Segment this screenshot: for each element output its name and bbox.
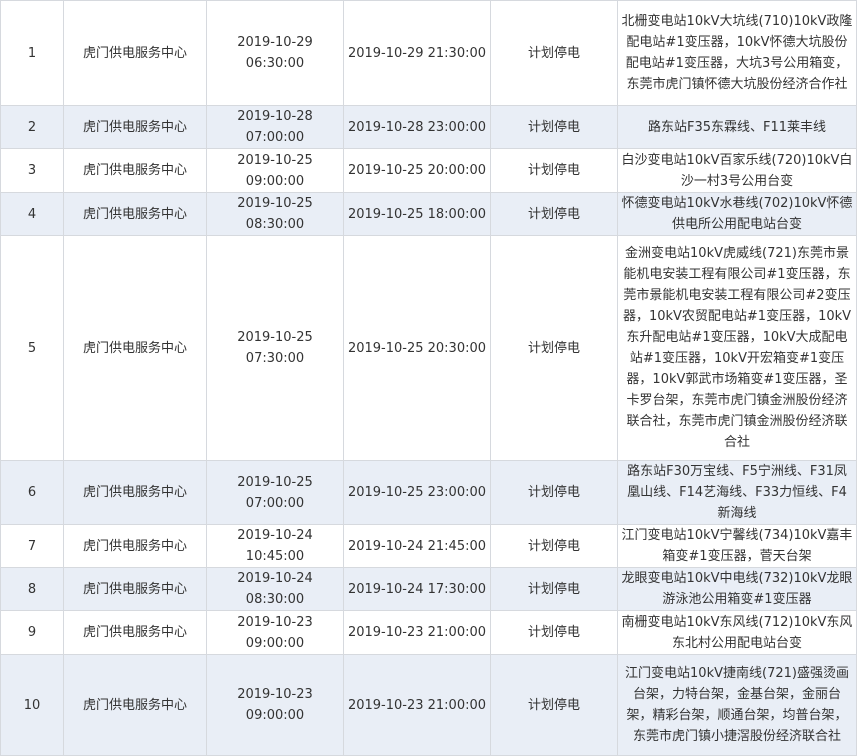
outage-type: 计划停电 xyxy=(490,610,618,655)
row-number: 5 xyxy=(0,235,64,461)
table-row: 4 虎门供电服务中心 2019-10-25 08:30:00 2019-10-2… xyxy=(0,192,857,236)
row-number: 7 xyxy=(0,524,64,568)
service-center: 虎门供电服务中心 xyxy=(63,0,207,106)
row-number: 8 xyxy=(0,567,64,611)
row-number: 2 xyxy=(0,105,64,149)
start-time: 2019-10-23 09:00:00 xyxy=(206,610,344,655)
row-number: 9 xyxy=(0,610,64,655)
outage-area: 北栅变电站10kV大坑线(710)10kV政隆配电站#1变压器，10kV怀德大坑… xyxy=(617,0,857,106)
outage-area: 路东站F30万宝线、F5宁洲线、F31凤凰山线、F14艺海线、F33力恒线、F4… xyxy=(617,460,857,525)
outage-type: 计划停电 xyxy=(490,524,618,568)
service-center: 虎门供电服务中心 xyxy=(63,524,207,568)
end-time: 2019-10-24 17:30:00 xyxy=(343,567,491,611)
outage-table: 1 虎门供电服务中心 2019-10-29 06:30:00 2019-10-2… xyxy=(0,0,857,756)
end-time: 2019-10-28 23:00:00 xyxy=(343,105,491,149)
table-row: 6 虎门供电服务中心 2019-10-25 07:00:00 2019-10-2… xyxy=(0,460,857,525)
end-time: 2019-10-23 21:00:00 xyxy=(343,654,491,756)
table-row: 3 虎门供电服务中心 2019-10-25 09:00:00 2019-10-2… xyxy=(0,148,857,193)
start-time: 2019-10-25 08:30:00 xyxy=(206,192,344,236)
row-number: 3 xyxy=(0,148,64,193)
table-row: 5 虎门供电服务中心 2019-10-25 07:30:00 2019-10-2… xyxy=(0,235,857,461)
outage-type: 计划停电 xyxy=(490,148,618,193)
outage-area: 南栅变电站10kV东风线(712)10kV东风东北村公用配电站台变 xyxy=(617,610,857,655)
table-row: 2 虎门供电服务中心 2019-10-28 07:00:00 2019-10-2… xyxy=(0,105,857,149)
table-row: 10 虎门供电服务中心 2019-10-23 09:00:00 2019-10-… xyxy=(0,654,857,756)
start-time: 2019-10-29 06:30:00 xyxy=(206,0,344,106)
service-center: 虎门供电服务中心 xyxy=(63,610,207,655)
outage-area: 江门变电站10kV宁馨线(734)10kV嘉丰箱变#1变压器，菅天台架 xyxy=(617,524,857,568)
start-time: 2019-10-24 08:30:00 xyxy=(206,567,344,611)
row-number: 6 xyxy=(0,460,64,525)
service-center: 虎门供电服务中心 xyxy=(63,460,207,525)
start-time: 2019-10-25 09:00:00 xyxy=(206,148,344,193)
service-center: 虎门供电服务中心 xyxy=(63,654,207,756)
end-time: 2019-10-29 21:30:00 xyxy=(343,0,491,106)
start-time: 2019-10-28 07:00:00 xyxy=(206,105,344,149)
outage-area: 怀德变电站10kV水巷线(702)10kV怀德供电所公用配电站台变 xyxy=(617,192,857,236)
outage-area: 龙眼变电站10kV中电线(732)10kV龙眼游泳池公用箱变#1变压器 xyxy=(617,567,857,611)
end-time: 2019-10-24 21:45:00 xyxy=(343,524,491,568)
outage-type: 计划停电 xyxy=(490,235,618,461)
table-row: 1 虎门供电服务中心 2019-10-29 06:30:00 2019-10-2… xyxy=(0,0,857,106)
start-time: 2019-10-25 07:00:00 xyxy=(206,460,344,525)
outage-type: 计划停电 xyxy=(490,567,618,611)
outage-type: 计划停电 xyxy=(490,654,618,756)
outage-type: 计划停电 xyxy=(490,105,618,149)
row-number: 10 xyxy=(0,654,64,756)
outage-area: 江门变电站10kV捷南线(721)盛强烫画台架，力特台架，金基台架，金丽台架，精… xyxy=(617,654,857,756)
table-row: 7 虎门供电服务中心 2019-10-24 10:45:00 2019-10-2… xyxy=(0,524,857,568)
end-time: 2019-10-23 21:00:00 xyxy=(343,610,491,655)
end-time: 2019-10-25 20:30:00 xyxy=(343,235,491,461)
table-row: 9 虎门供电服务中心 2019-10-23 09:00:00 2019-10-2… xyxy=(0,610,857,655)
table-row: 8 虎门供电服务中心 2019-10-24 08:30:00 2019-10-2… xyxy=(0,567,857,611)
outage-type: 计划停电 xyxy=(490,0,618,106)
end-time: 2019-10-25 23:00:00 xyxy=(343,460,491,525)
row-number: 1 xyxy=(0,0,64,106)
outage-type: 计划停电 xyxy=(490,192,618,236)
service-center: 虎门供电服务中心 xyxy=(63,235,207,461)
end-time: 2019-10-25 18:00:00 xyxy=(343,192,491,236)
service-center: 虎门供电服务中心 xyxy=(63,567,207,611)
outage-type: 计划停电 xyxy=(490,460,618,525)
outage-area: 金洲变电站10kV虎威线(721)东莞市景能机电安装工程有限公司#1变压器，东莞… xyxy=(617,235,857,461)
end-time: 2019-10-25 20:00:00 xyxy=(343,148,491,193)
service-center: 虎门供电服务中心 xyxy=(63,105,207,149)
outage-area: 白沙变电站10kV百家乐线(720)10kV白沙一村3号公用台变 xyxy=(617,148,857,193)
start-time: 2019-10-23 09:00:00 xyxy=(206,654,344,756)
service-center: 虎门供电服务中心 xyxy=(63,192,207,236)
row-number: 4 xyxy=(0,192,64,236)
start-time: 2019-10-24 10:45:00 xyxy=(206,524,344,568)
service-center: 虎门供电服务中心 xyxy=(63,148,207,193)
start-time: 2019-10-25 07:30:00 xyxy=(206,235,344,461)
outage-area: 路东站F35东霖线、F11莱丰线 xyxy=(617,105,857,149)
